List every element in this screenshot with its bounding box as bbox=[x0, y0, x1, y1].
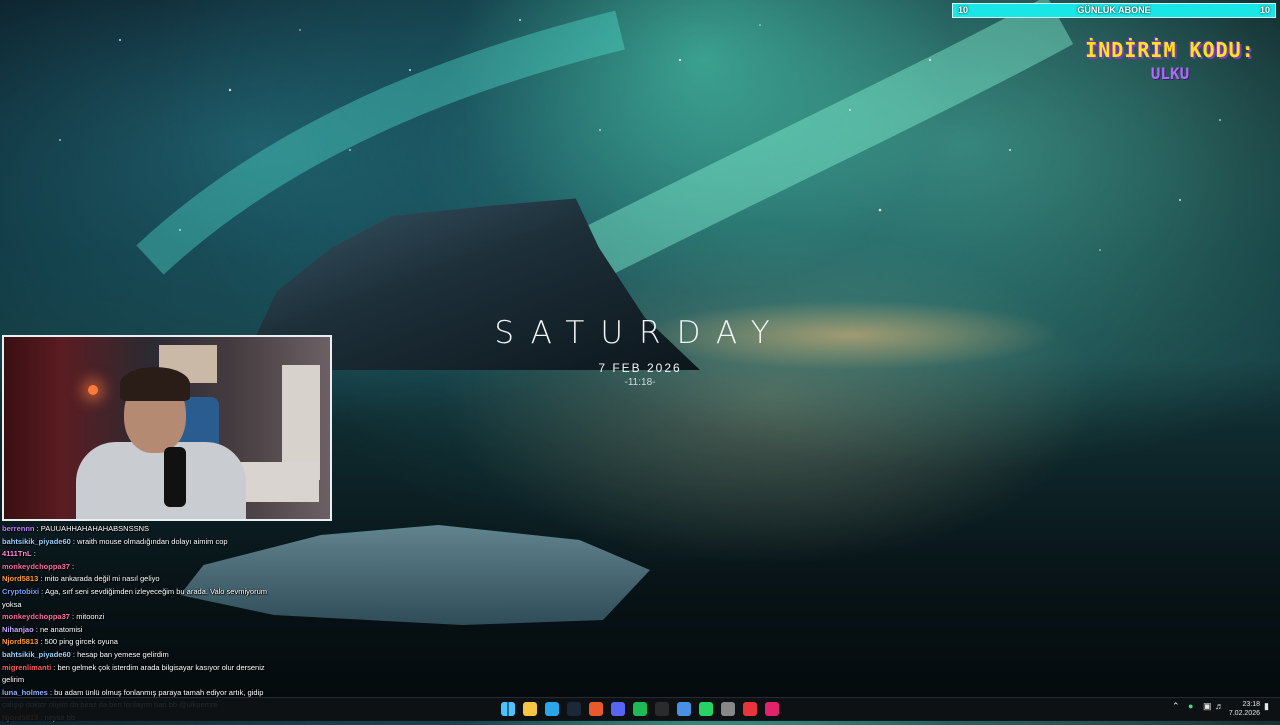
chat-username[interactable]: 4111TnL bbox=[2, 549, 32, 558]
chat-message: bahtsikik_piyade60 : wraith mouse olmadı… bbox=[2, 536, 272, 549]
microphone bbox=[164, 447, 186, 507]
file-explorer-icon[interactable] bbox=[523, 702, 537, 716]
chat-username[interactable]: bahtsikik_piyade60 bbox=[2, 537, 71, 546]
taskbar-clock[interactable]: 23:18 7.02.2026 bbox=[1228, 700, 1260, 718]
chat-message: Njord5813 : mito ankarada değil mi nasıl… bbox=[2, 573, 272, 586]
lamp bbox=[88, 385, 98, 395]
chat-message: Nihanjao : ne anatomisi bbox=[2, 624, 272, 637]
chat-username[interactable]: berrennn bbox=[2, 524, 35, 533]
media-icon[interactable] bbox=[743, 702, 757, 716]
tray-network-icon[interactable]: ▣ bbox=[1203, 701, 1212, 712]
chat-text: wraith mouse olmadığından dolayı aimim c… bbox=[77, 536, 228, 546]
whatsapp-icon[interactable] bbox=[699, 702, 713, 716]
windows-start-icon[interactable] bbox=[501, 702, 515, 716]
browser-icon[interactable] bbox=[589, 702, 603, 716]
chat-separator: : bbox=[31, 549, 36, 559]
tray-volume-icon[interactable]: ♬ bbox=[1215, 701, 1224, 711]
goal-right-value: 10 bbox=[1259, 5, 1270, 15]
webcam-feed bbox=[2, 335, 332, 521]
tray-chevron-icon[interactable]: ⌃ bbox=[1172, 701, 1180, 712]
chat-separator: : bbox=[69, 561, 75, 571]
discount-code-value: ULKU bbox=[1150, 64, 1190, 83]
chat-message: 4111TnL : bbox=[2, 548, 272, 561]
chat-message: berrennn : PAUUAHHAHAHAHABSNSSNS bbox=[2, 523, 272, 536]
discord-icon[interactable] bbox=[611, 702, 625, 716]
chat-username[interactable]: monkeydchoppa37 bbox=[2, 562, 70, 571]
chat-message: Njord5813 : 500 ping gircek oyuna bbox=[2, 636, 272, 649]
discount-code-overlay: İNDİRİM KODU: ULKU bbox=[1080, 38, 1260, 83]
goal-title: GÜNLÜK ABONE bbox=[1077, 5, 1151, 15]
chat-text: hesap ban yemese gelirdim bbox=[77, 649, 169, 659]
chat-username[interactable]: bahtsikik_piyade60 bbox=[2, 650, 71, 659]
chat-text: mitoonzi bbox=[76, 612, 105, 622]
chat-username[interactable]: Njord5813 bbox=[2, 637, 38, 646]
chat-username[interactable]: migrenlimanti bbox=[2, 663, 51, 672]
notification-icon[interactable]: ▮ bbox=[1264, 701, 1269, 712]
chat-message: monkeydchoppa37 : mitoonzi bbox=[2, 611, 272, 624]
chat-text: PAUUAHHAHAHAHABSNSSNS bbox=[40, 524, 150, 533]
edge-browser-icon[interactable] bbox=[545, 702, 559, 716]
chat-username[interactable]: Njord5813 bbox=[2, 574, 38, 583]
settings-icon[interactable] bbox=[721, 702, 735, 716]
spotify-icon[interactable] bbox=[633, 702, 647, 716]
taskbar-date: 7.02.2026 bbox=[1228, 710, 1260, 717]
terminal-icon[interactable] bbox=[655, 702, 669, 716]
chat-text: ne anatomisi bbox=[39, 624, 83, 634]
sofa bbox=[239, 462, 319, 502]
clock-time: -11:18- bbox=[624, 377, 656, 388]
chat-username[interactable]: Nihanjao bbox=[2, 625, 34, 634]
chat-text: mito ankarada değil mi nasıl geliyo bbox=[44, 574, 160, 584]
taskbar-time: 23:18 bbox=[1242, 701, 1260, 708]
taskbar: ⌃ ● ▣ ♬ 23:18 7.02.2026 ▮ bbox=[0, 697, 1280, 721]
streamer-hair bbox=[120, 367, 190, 401]
chat-username[interactable]: monkeydchoppa37 bbox=[2, 612, 70, 621]
tray-mic-icon[interactable]: ● bbox=[1188, 701, 1193, 711]
chat-message: Cryptobixi : Aga, sırf seni sevdiğimden … bbox=[2, 586, 272, 611]
chat-message: monkeydchoppa37 : bbox=[2, 561, 272, 574]
chat-message: bahtsikik_piyade60 : hesap ban yemese ge… bbox=[2, 649, 272, 662]
chat-username[interactable]: luna_holmes bbox=[2, 688, 48, 697]
chat-message: migrenlimanti : ben gelmek çok isterdim … bbox=[2, 662, 272, 687]
discount-code-title: İNDİRİM KODU: bbox=[1085, 38, 1255, 62]
daily-subscriber-goal-bar: 10 GÜNLÜK ABONE 10 bbox=[952, 3, 1276, 18]
streamer-body bbox=[76, 442, 246, 519]
desktop-clock-widget: SATURDAY 7 FEB 2026 -11:18- bbox=[440, 315, 840, 388]
clock-day: SATURDAY bbox=[494, 315, 786, 351]
stream-chat: berrennn : PAUUAHHAHAHAHABSNSSNS bahtsiki… bbox=[2, 523, 272, 725]
store-icon[interactable] bbox=[765, 702, 779, 716]
chat-username[interactable]: Cryptobixi bbox=[2, 587, 39, 596]
steam-icon[interactable] bbox=[567, 702, 581, 716]
app-icon[interactable] bbox=[677, 702, 691, 716]
clock-date: 7 FEB 2026 bbox=[598, 361, 682, 375]
chat-text: 500 ping gircek oyuna bbox=[44, 637, 118, 647]
